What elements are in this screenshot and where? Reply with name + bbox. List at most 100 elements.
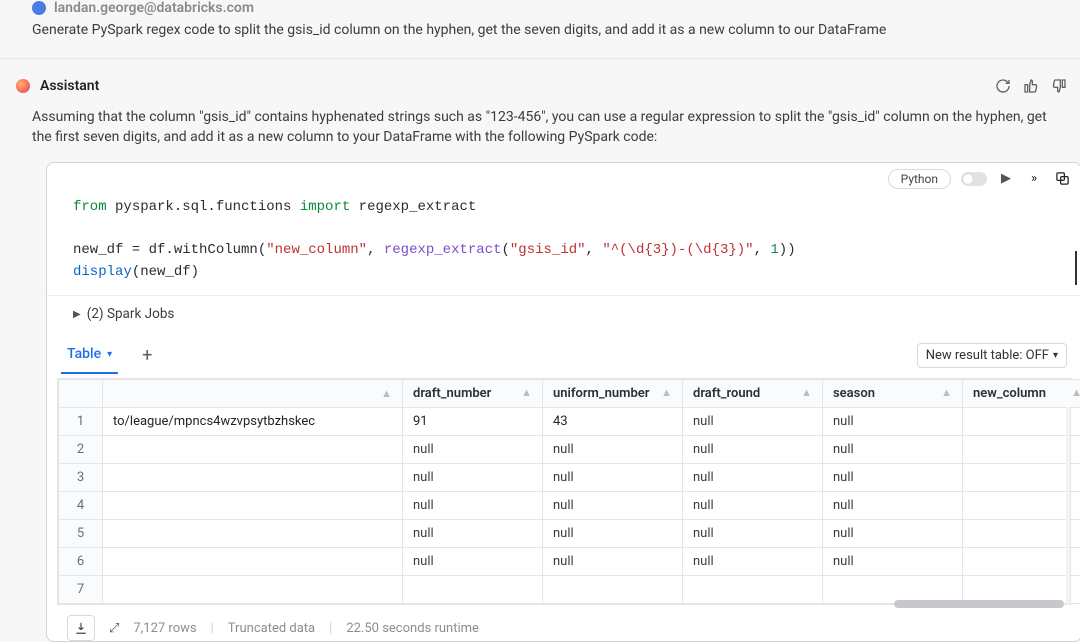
expand-triangle-icon: ▶ xyxy=(73,309,81,320)
table-cell[interactable]: 2 xyxy=(59,436,103,464)
table-row[interactable]: 2nullnullnullnull xyxy=(59,436,1080,464)
table-row[interactable]: 5nullnullnullnull xyxy=(59,520,1080,548)
spark-jobs-toggle[interactable]: ▶ (2) Spark Jobs xyxy=(47,296,1080,332)
result-table-toggle[interactable]: New result table: OFF ▾ xyxy=(917,343,1067,368)
table-cell[interactable]: null xyxy=(683,492,823,520)
table-cell[interactable]: 91 xyxy=(403,408,543,436)
table-cell[interactable]: null xyxy=(403,492,543,520)
table-cell[interactable]: 43 xyxy=(543,408,683,436)
add-tab-button[interactable]: + xyxy=(136,339,158,372)
table-cell[interactable] xyxy=(963,436,1080,464)
table-row[interactable]: 3nullnullnullnull xyxy=(59,464,1080,492)
row-count: 7,127 rows xyxy=(133,621,196,636)
horizontal-scrollbar[interactable] xyxy=(894,600,1064,608)
table-cell[interactable]: null xyxy=(683,520,823,548)
thumbs-up-icon[interactable] xyxy=(1022,77,1040,95)
chevron-down-icon: ▾ xyxy=(107,349,112,360)
table-cell[interactable]: 6 xyxy=(59,548,103,576)
col-season[interactable]: season▲ xyxy=(823,380,963,408)
table-cell[interactable]: null xyxy=(823,492,963,520)
table-cell[interactable]: null xyxy=(543,520,683,548)
sort-icon: ▲ xyxy=(521,386,532,399)
table-cell[interactable]: 1 xyxy=(59,408,103,436)
cursor-caret xyxy=(1075,251,1077,285)
col-blank[interactable]: ▲ xyxy=(103,380,403,408)
col-draft-round[interactable]: draft_round▲ xyxy=(683,380,823,408)
table-cell[interactable] xyxy=(963,492,1080,520)
table-cell[interactable]: null xyxy=(403,520,543,548)
result-footer: ⤢ 7,127 rows | Truncated data | 22.50 se… xyxy=(47,605,1080,641)
table-cell[interactable] xyxy=(683,576,823,604)
table-row[interactable]: 4nullnullnullnull xyxy=(59,492,1080,520)
table-cell[interactable] xyxy=(543,576,683,604)
table-cell[interactable]: null xyxy=(823,408,963,436)
table-cell[interactable]: null xyxy=(543,548,683,576)
expand-icon[interactable]: ⤢ xyxy=(109,621,119,636)
assistant-response: Assuming that the column "gsis_id" conta… xyxy=(32,107,1052,148)
more-chevrons-icon[interactable]: » xyxy=(1025,170,1043,188)
col-new-column[interactable]: new_column▲ xyxy=(963,380,1080,408)
assistant-avatar xyxy=(16,79,30,93)
table-cell[interactable] xyxy=(963,464,1080,492)
table-cell[interactable] xyxy=(963,520,1080,548)
table-cell[interactable]: 3 xyxy=(59,464,103,492)
table-cell[interactable] xyxy=(403,576,543,604)
table-row[interactable]: 1to/league/mpncs4wzvpsytbzhskec9143nulln… xyxy=(59,408,1080,436)
table-cell[interactable] xyxy=(103,464,403,492)
table-cell[interactable]: null xyxy=(543,464,683,492)
runtime-label: 22.50 seconds runtime xyxy=(346,621,479,636)
table-cell[interactable]: null xyxy=(683,408,823,436)
table-cell[interactable]: null xyxy=(823,464,963,492)
table-cell[interactable] xyxy=(963,408,1080,436)
col-rownum[interactable] xyxy=(59,380,103,408)
run-cell-icon[interactable]: ▶ xyxy=(997,170,1015,188)
notebook-cell: Python ▶ » from pyspark.sql.functions im… xyxy=(46,162,1080,642)
col-uniform-number[interactable]: uniform_number▲ xyxy=(543,380,683,408)
table-cell[interactable]: null xyxy=(543,436,683,464)
sort-icon: ▲ xyxy=(661,386,672,399)
truncated-label: Truncated data xyxy=(228,621,315,636)
keyword-from: from xyxy=(73,199,107,215)
table-cell[interactable]: null xyxy=(403,436,543,464)
vertical-scroll-gutter[interactable] xyxy=(1066,407,1070,604)
copy-icon[interactable] xyxy=(1053,170,1071,188)
table-cell[interactable] xyxy=(103,436,403,464)
language-pill[interactable]: Python xyxy=(888,169,951,189)
table-cell[interactable] xyxy=(103,548,403,576)
thumbs-down-icon[interactable] xyxy=(1050,77,1068,95)
user-prompt: Generate PySpark regex code to split the… xyxy=(32,22,1048,50)
table-cell[interactable] xyxy=(963,548,1080,576)
table-cell[interactable] xyxy=(103,576,403,604)
table-cell[interactable]: null xyxy=(823,520,963,548)
table-cell[interactable]: 7 xyxy=(59,576,103,604)
regenerate-icon[interactable] xyxy=(994,77,1012,95)
table-cell[interactable]: null xyxy=(683,548,823,576)
code-editor[interactable]: from pyspark.sql.functions import regexp… xyxy=(47,189,1080,297)
cell-toggle[interactable] xyxy=(961,172,987,186)
sort-icon: ▲ xyxy=(381,387,392,400)
table-cell[interactable]: null xyxy=(403,548,543,576)
sort-icon: ▲ xyxy=(941,386,952,399)
table-cell[interactable]: null xyxy=(683,464,823,492)
user-email: landan.george@databricks.com xyxy=(54,0,254,16)
tab-table[interactable]: Table ▾ xyxy=(61,336,118,374)
table-cell[interactable]: null xyxy=(403,464,543,492)
table-cell[interactable]: null xyxy=(823,436,963,464)
result-table: ▲ draft_number▲ uniform_number▲ draft_ro… xyxy=(57,378,1071,605)
chevron-down-icon: ▾ xyxy=(1053,350,1058,361)
table-cell[interactable]: null xyxy=(543,492,683,520)
download-button[interactable] xyxy=(67,615,95,641)
table-cell[interactable] xyxy=(103,492,403,520)
keyword-import: import xyxy=(300,199,350,215)
col-draft-number[interactable]: draft_number▲ xyxy=(403,380,543,408)
table-cell[interactable]: 4 xyxy=(59,492,103,520)
table-cell[interactable]: null xyxy=(683,436,823,464)
table-cell[interactable]: 5 xyxy=(59,520,103,548)
table-header-row: ▲ draft_number▲ uniform_number▲ draft_ro… xyxy=(59,380,1080,408)
table-row[interactable]: 6nullnullnullnull xyxy=(59,548,1080,576)
user-avatar xyxy=(32,1,46,15)
sort-icon: ▲ xyxy=(1071,386,1080,399)
table-cell[interactable]: to/league/mpncs4wzvpsytbzhskec xyxy=(103,408,403,436)
table-cell[interactable]: null xyxy=(823,548,963,576)
table-cell[interactable] xyxy=(103,520,403,548)
